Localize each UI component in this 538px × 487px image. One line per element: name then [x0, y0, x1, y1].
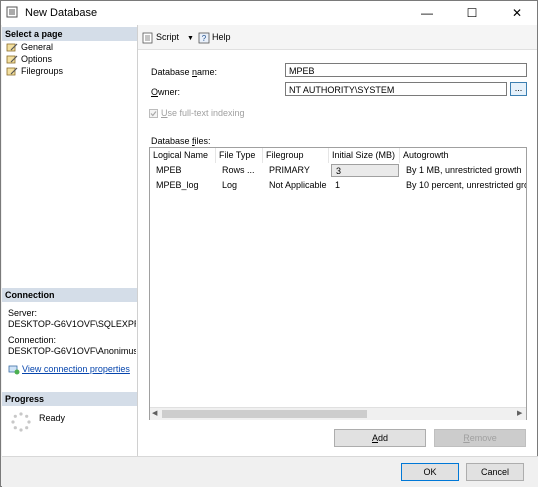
column-header-filegroup[interactable]: Filegroup: [263, 148, 329, 163]
wrench-page-icon: [6, 67, 18, 76]
cell-autogrowth[interactable]: By 1 MB, unrestricted growth: [400, 163, 526, 178]
column-header-logical-name[interactable]: Logical Name: [150, 148, 216, 163]
owner-label: Owner:: [151, 87, 181, 97]
script-button[interactable]: Script ▼: [142, 30, 194, 44]
wrench-page-icon: [6, 55, 18, 64]
title-bar: New Database — ☐ ✕: [1, 1, 537, 25]
left-pane: Select a page General Options Filegroups…: [2, 25, 138, 456]
connection-header: Connection: [2, 288, 137, 302]
cell-logical-name[interactable]: MPEB: [150, 163, 216, 178]
table-row[interactable]: MPEB_log Log Not Applicable 1 By 10 perc…: [150, 178, 526, 193]
browse-owner-button[interactable]: ...: [510, 82, 527, 96]
connection-value: DESKTOP-G6V1OVF\AnonimusPr: [8, 346, 136, 356]
table-row[interactable]: MPEB Rows ... PRIMARY 3 By 1 MB, unrestr…: [150, 163, 526, 178]
column-header-initial-size[interactable]: Initial Size (MB): [329, 148, 400, 163]
view-connection-properties-link[interactable]: View connection properties: [8, 364, 130, 376]
cell-file-type[interactable]: Rows ...: [216, 163, 263, 178]
server-label: Server:: [8, 308, 38, 318]
page-item-label: Options: [21, 54, 53, 64]
toolbar: Script ▼ ? Help: [138, 25, 537, 50]
help-icon: ?: [198, 32, 210, 44]
page-item-label: General: [21, 42, 54, 52]
fulltext-indexing-checkbox[interactable]: Use full-text indexing: [149, 108, 245, 119]
progress-header: Progress: [2, 392, 137, 406]
database-files-grid[interactable]: Logical Name File Type Filegroup Initial…: [149, 147, 527, 420]
scrollbar-thumb[interactable]: [162, 410, 367, 418]
cell-initial-size-input[interactable]: 3: [331, 164, 399, 177]
page-item-general[interactable]: General: [6, 41, 53, 53]
cell-logical-name[interactable]: MPEB_log: [150, 178, 216, 193]
database-name-input[interactable]: MPEB: [285, 63, 527, 77]
chevron-down-icon[interactable]: ▼: [187, 35, 194, 42]
connection-label: Connection:: [8, 335, 57, 345]
script-icon: [142, 32, 153, 44]
close-button[interactable]: ✕: [501, 1, 533, 25]
cell-file-type[interactable]: Log: [216, 178, 263, 193]
page-item-label: Filegroups: [21, 66, 64, 76]
remove-button[interactable]: Remove: [434, 429, 526, 447]
owner-input[interactable]: NT AUTHORITY\SYSTEM: [285, 82, 507, 96]
new-database-window: New Database — ☐ ✕ Select a page General…: [0, 0, 538, 487]
cell-autogrowth[interactable]: By 10 percent, unrestricted growth: [400, 178, 526, 193]
connection-properties-icon: [8, 365, 20, 375]
minimize-button[interactable]: —: [411, 1, 443, 25]
database-files-label: Database files:: [151, 136, 211, 146]
cell-filegroup[interactable]: PRIMARY: [263, 163, 329, 178]
ok-button[interactable]: OK: [401, 463, 459, 481]
server-value: DESKTOP-G6V1OVF\SQLEXPRE: [8, 319, 136, 329]
svg-text:?: ?: [202, 34, 207, 43]
database-name-label: Database name:: [151, 67, 218, 77]
script-label: Script: [156, 32, 180, 42]
page-item-options[interactable]: Options: [6, 53, 52, 65]
cell-initial-size[interactable]: 1: [329, 178, 400, 193]
select-page-header: Select a page: [2, 27, 137, 41]
column-header-file-type[interactable]: File Type: [216, 148, 263, 163]
horizontal-scrollbar[interactable]: ◀ ▶: [150, 407, 526, 420]
scroll-right-icon[interactable]: ▶: [517, 408, 522, 420]
page-item-filegroups[interactable]: Filegroups: [6, 65, 63, 77]
help-label: Help: [212, 32, 231, 42]
database-app-icon: [6, 6, 18, 18]
checked-checkbox-icon: [149, 109, 158, 119]
view-connection-link-text[interactable]: View connection properties: [22, 364, 130, 374]
maximize-button[interactable]: ☐: [456, 1, 488, 25]
column-header-autogrowth[interactable]: Autogrowth: [400, 148, 526, 163]
progress-status: Ready: [39, 413, 66, 423]
cancel-button[interactable]: Cancel: [466, 463, 524, 481]
window-title: New Database: [25, 7, 98, 19]
scroll-left-icon[interactable]: ◀: [152, 408, 157, 420]
cell-filegroup[interactable]: Not Applicable: [263, 178, 329, 193]
wrench-page-icon: [6, 43, 18, 52]
help-button[interactable]: ? Help: [198, 30, 231, 44]
progress-spinner-icon: [11, 412, 31, 432]
add-button[interactable]: Add: [334, 429, 426, 447]
